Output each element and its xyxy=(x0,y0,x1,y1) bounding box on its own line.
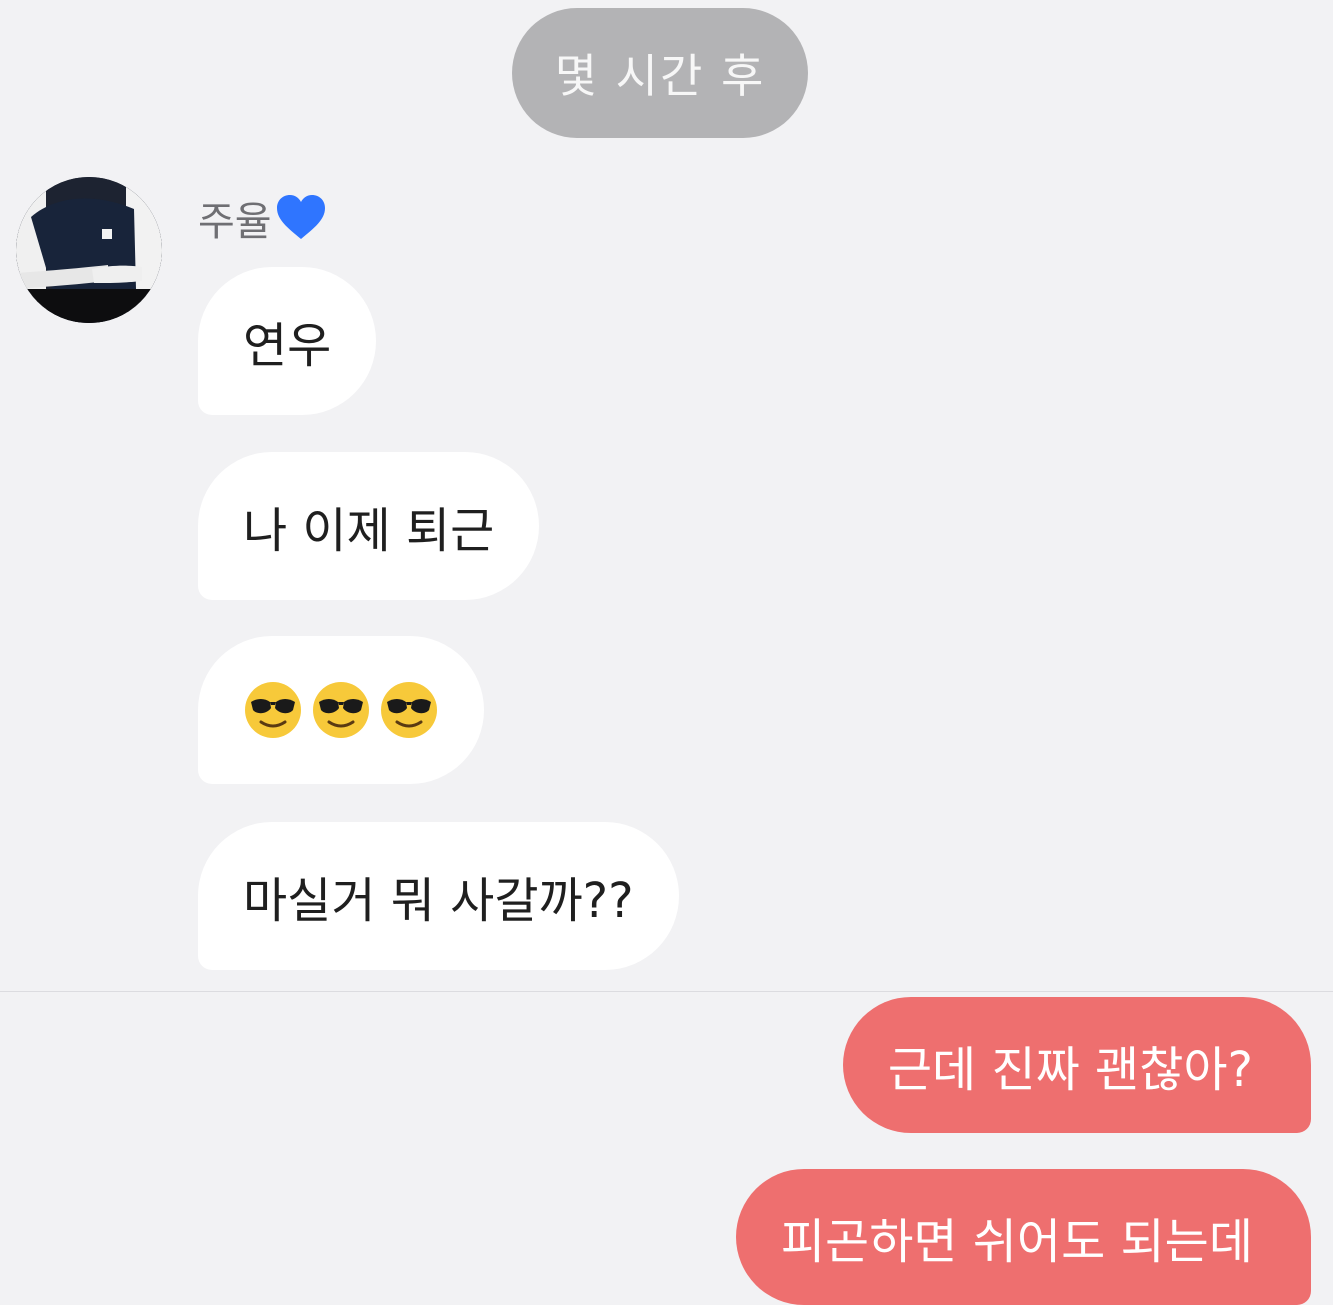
blue-heart-icon xyxy=(276,195,325,239)
message-text: 연우 xyxy=(243,318,332,374)
sunglasses-emoji-icon xyxy=(381,682,437,738)
avatar-photo xyxy=(16,177,162,323)
message-text: 마실거 뭐 사갈까?? xyxy=(243,873,634,929)
emoji-row xyxy=(243,680,439,740)
timestamp-label: 몇 시간 후 xyxy=(554,49,766,103)
sunglasses-emoji-icon xyxy=(245,682,301,738)
message-text: 나 이제 퇴근 xyxy=(243,503,495,559)
outgoing-message[interactable]: 피곤하면 쉬어도 되는데 xyxy=(735,1169,1311,1305)
sender-name-text: 주율 xyxy=(198,199,272,245)
incoming-emoji-message[interactable] xyxy=(198,636,484,784)
sunglasses-emoji-icon xyxy=(313,682,369,738)
sender-name: 주율 xyxy=(198,188,328,248)
outgoing-message[interactable]: 근데 진짜 괜찮아? xyxy=(842,997,1311,1133)
incoming-message[interactable]: 연우 xyxy=(198,267,377,415)
incoming-message[interactable]: 마실거 뭐 사갈까?? xyxy=(198,822,679,970)
incoming-message[interactable]: 나 이제 퇴근 xyxy=(198,452,540,600)
conversation-divider xyxy=(0,991,1333,992)
message-text: 근데 진짜 괜찮아? xyxy=(887,1042,1253,1098)
message-text: 피곤하면 쉬어도 되는데 xyxy=(780,1214,1253,1270)
timestamp-divider: 몇 시간 후 xyxy=(512,8,808,138)
sender-avatar[interactable] xyxy=(16,177,162,323)
